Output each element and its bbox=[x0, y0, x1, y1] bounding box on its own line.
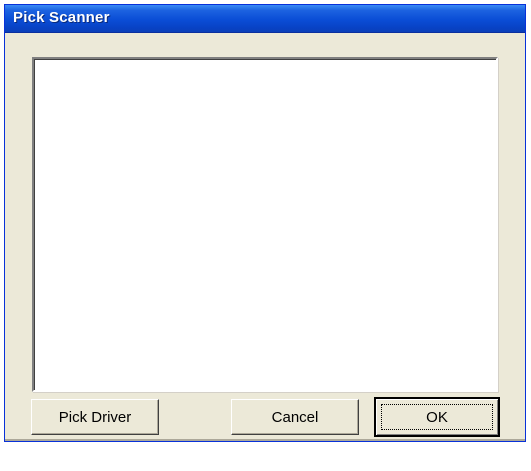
ok-button-label: OK bbox=[426, 408, 448, 426]
scanner-listbox[interactable] bbox=[32, 57, 498, 392]
bottom-divider bbox=[5, 439, 525, 441]
pick-driver-button[interactable]: Pick Driver bbox=[31, 399, 159, 435]
ok-button[interactable]: OK bbox=[374, 397, 500, 437]
cancel-button[interactable]: Cancel bbox=[231, 399, 359, 435]
title-bar[interactable]: Pick Scanner bbox=[5, 5, 525, 33]
cancel-button-label: Cancel bbox=[271, 408, 319, 426]
pick-scanner-dialog: Pick Scanner Pick Driver Cancel OK bbox=[4, 4, 526, 442]
window-title: Pick Scanner bbox=[13, 9, 110, 26]
dialog-body: Pick Driver Cancel OK bbox=[5, 33, 525, 441]
pick-driver-button-label: Pick Driver bbox=[58, 408, 132, 426]
